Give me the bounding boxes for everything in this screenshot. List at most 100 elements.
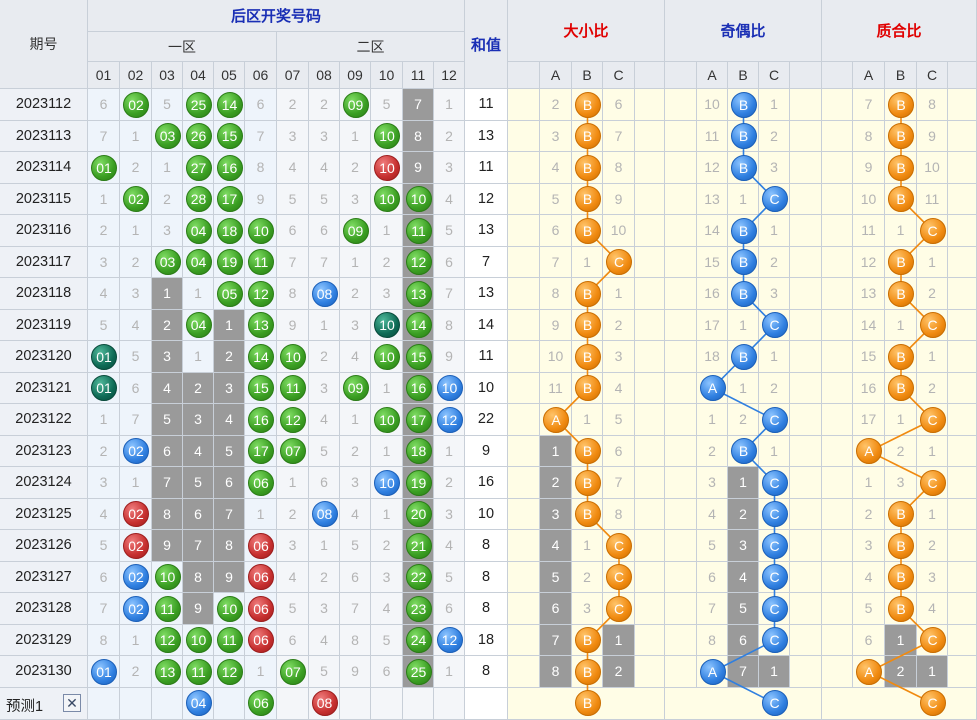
prime-ratio-ball: C — [919, 217, 946, 244]
number-cell: 5 — [434, 561, 465, 593]
drawn-number-ball: 10 — [185, 627, 212, 654]
prime-ratio-cell: 4 — [853, 561, 885, 593]
predict-number-cell[interactable] — [277, 687, 309, 720]
drawn-number-ball: 10 — [436, 375, 463, 402]
predict-number-cell[interactable] — [434, 687, 465, 720]
size-ratio-cell: 7 — [540, 246, 572, 278]
number-cell: 2 — [340, 278, 371, 310]
size-ratio-spacer — [635, 341, 665, 373]
number-cell: 1 — [434, 656, 465, 688]
size-ratio-spacer — [508, 152, 540, 184]
odd-even-spacer — [790, 215, 822, 247]
drawn-number-ball: 04 — [185, 249, 212, 276]
period-cell: 2023126 — [0, 530, 88, 562]
number-cell: 6 — [245, 89, 277, 121]
number-cell: 5 — [371, 624, 403, 656]
predict-number-cell[interactable] — [371, 687, 403, 720]
drawn-number-ball: 10 — [280, 343, 306, 370]
number-cell: 8 — [403, 120, 434, 152]
number-cell: 3 — [88, 467, 120, 499]
size-ratio-spacer — [508, 530, 540, 562]
odd-even-ball: C — [761, 501, 788, 528]
size-ratio-cell: 10 — [540, 341, 572, 373]
prime-ratio-cell: 16 — [853, 372, 885, 404]
prime-ratio-cell: 4 — [917, 593, 948, 625]
prime-ratio-cell: 6 — [853, 624, 885, 656]
period-cell: 2023114 — [0, 152, 88, 184]
size-ratio-cell: 1 — [540, 435, 572, 467]
drawn-number-ball: 27 — [185, 154, 212, 181]
number-cell: 1 — [183, 278, 214, 310]
odd-even-spacer — [665, 215, 697, 247]
prime-ratio-cell: 1 — [885, 404, 917, 436]
odd-even-spacer — [790, 467, 822, 499]
number-cell: 2 — [120, 152, 152, 184]
odd-even-spacer — [790, 120, 822, 152]
size-ratio-spacer — [635, 120, 665, 152]
number-cell: 2 — [152, 309, 183, 341]
odd-even-header: 奇偶比 — [665, 0, 822, 62]
sum-cell: 14 — [465, 309, 508, 341]
prime-ratio-ball: B — [888, 280, 914, 307]
odd-even-spacer — [665, 530, 697, 562]
prime-ratio-cell: 1 — [917, 498, 948, 530]
number-cell: 7 — [152, 467, 183, 499]
period-cell: 2023130 — [0, 656, 88, 688]
predict-number-cell[interactable] — [340, 687, 371, 720]
drawn-number-ball: 06 — [248, 532, 274, 559]
predict-number-cell[interactable] — [88, 687, 120, 720]
number-cell: 5 — [340, 530, 371, 562]
number-cell: 9 — [152, 530, 183, 562]
odd-even-cell: 6 — [728, 624, 759, 656]
drawn-number-ball: 10 — [154, 564, 181, 591]
number-cell: 6 — [152, 435, 183, 467]
size-ratio-ball: B — [574, 91, 601, 118]
odd-even-cell: 3 — [759, 278, 790, 310]
drawn-number-ball: 08 — [311, 280, 338, 307]
size-ratio-ball: B — [574, 438, 601, 465]
predict-number-cell[interactable] — [120, 687, 152, 720]
number-column-header: 03 — [152, 62, 183, 89]
odd-even-cell: 1 — [759, 435, 790, 467]
number-cell: 4 — [277, 561, 309, 593]
number-cell: 8 — [214, 530, 245, 562]
odd-even-cell: 6 — [697, 561, 728, 593]
odd-even-predict-cell[interactable] — [665, 687, 822, 720]
drawn-number-ball: 25 — [185, 91, 212, 118]
size-ratio-header: 大小比 — [508, 0, 665, 62]
prime-ratio-cell: 17 — [853, 404, 885, 436]
odd-even-spacer — [665, 624, 697, 656]
number-cell: 2 — [340, 152, 371, 184]
drawn-number-ball: 04 — [185, 312, 212, 339]
odd-even-cell: 15 — [697, 246, 728, 278]
odd-even-spacer — [790, 404, 822, 436]
drawn-number-ball: 18 — [216, 217, 243, 244]
number-cell: 4 — [277, 152, 309, 184]
odd-even-cell: 18 — [697, 341, 728, 373]
predict-number-cell[interactable] — [152, 687, 183, 720]
close-icon[interactable]: ✕ — [63, 694, 81, 712]
predict-number-cell[interactable] — [403, 687, 434, 720]
size-ratio-ball: A — [543, 406, 569, 433]
number-cell: 1 — [371, 372, 403, 404]
number-cell: 5 — [183, 467, 214, 499]
number-cell: 1 — [277, 467, 309, 499]
odd-even-spacer — [665, 89, 697, 121]
prime-ratio-predict-cell[interactable] — [822, 687, 977, 720]
size-ratio-cell: 4 — [603, 372, 635, 404]
number-cell: 7 — [403, 89, 434, 121]
drawn-number-ball: 06 — [248, 595, 274, 622]
size-ratio-cell: 1 — [572, 246, 603, 278]
number-cell: 6 — [434, 593, 465, 625]
size-ratio-ball: B — [574, 312, 601, 339]
prime-ratio-column-header: B — [885, 62, 917, 89]
predict-number-cell[interactable] — [214, 687, 245, 720]
number-cell: 2 — [120, 246, 152, 278]
prime-ratio-header: 质合比 — [822, 0, 977, 62]
drawn-number-ball: 21 — [405, 532, 432, 559]
size-ratio-spacer — [635, 656, 665, 688]
number-cell: 5 — [88, 530, 120, 562]
drawn-number-ball: 10 — [374, 469, 400, 496]
odd-even-ball: C — [761, 406, 788, 433]
odd-even-spacer — [665, 467, 697, 499]
